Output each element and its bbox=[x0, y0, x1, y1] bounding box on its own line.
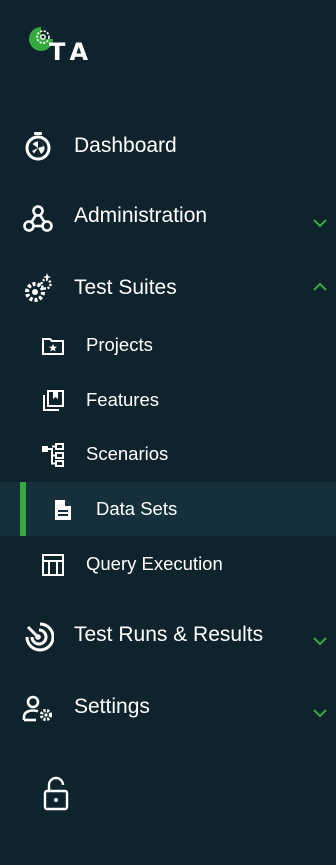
nav-query-execution[interactable]: Query Execution bbox=[0, 537, 336, 591]
chevron-down-icon[interactable] bbox=[311, 214, 329, 232]
nav-features-label: Features bbox=[86, 389, 160, 410]
nav-test-suites-label: Test Suites bbox=[74, 276, 177, 299]
nav-administration-label: Administration bbox=[74, 204, 208, 227]
nav-data-sets-label: Data Sets bbox=[96, 498, 178, 519]
table-layout-icon bbox=[42, 554, 64, 576]
nav-projects[interactable]: Projects bbox=[0, 318, 336, 372]
nav-test-runs[interactable]: Test Runs & Results bbox=[0, 617, 336, 657]
nav-projects-label: Projects bbox=[86, 334, 153, 355]
logo-text: TA bbox=[49, 38, 95, 66]
nav-administration[interactable]: Administration bbox=[0, 198, 336, 238]
sidebar: TA Dashboard Administration Test Suites … bbox=[0, 0, 336, 865]
webhook-icon bbox=[23, 205, 53, 232]
chevron-down-icon[interactable] bbox=[311, 704, 329, 722]
nav-query-execution-label: Query Execution bbox=[86, 553, 223, 574]
radar-target-icon bbox=[25, 622, 54, 652]
stopwatch-icon bbox=[25, 132, 51, 161]
account-tree-icon bbox=[42, 443, 64, 467]
nav-settings-label: Settings bbox=[74, 695, 150, 718]
nav-dashboard[interactable]: Dashboard bbox=[0, 128, 336, 168]
nav-test-runs-label: Test Runs & Results bbox=[74, 623, 264, 646]
nav-scenarios-label: Scenarios bbox=[86, 443, 169, 464]
chevron-up-icon[interactable] bbox=[311, 278, 329, 296]
document-icon bbox=[55, 500, 71, 520]
nav-settings[interactable]: Settings bbox=[0, 689, 336, 729]
user-gear-icon bbox=[22, 695, 53, 722]
collections-bookmark-icon bbox=[43, 390, 64, 411]
nav-data-sets[interactable]: Data Sets bbox=[0, 482, 336, 536]
folder-star-icon bbox=[42, 338, 64, 355]
nav-features[interactable]: Features bbox=[0, 373, 336, 427]
nav-test-suites[interactable]: Test Suites bbox=[0, 270, 336, 310]
nav-dashboard-label: Dashboard bbox=[74, 134, 177, 157]
gears-sparkle-icon bbox=[25, 273, 52, 302]
nav-scenarios[interactable]: Scenarios bbox=[0, 427, 336, 481]
active-indicator bbox=[20, 482, 26, 536]
chevron-down-icon[interactable] bbox=[311, 632, 329, 650]
lock-open-icon[interactable] bbox=[42, 776, 72, 812]
app-logo[interactable]: TA bbox=[25, 24, 115, 68]
